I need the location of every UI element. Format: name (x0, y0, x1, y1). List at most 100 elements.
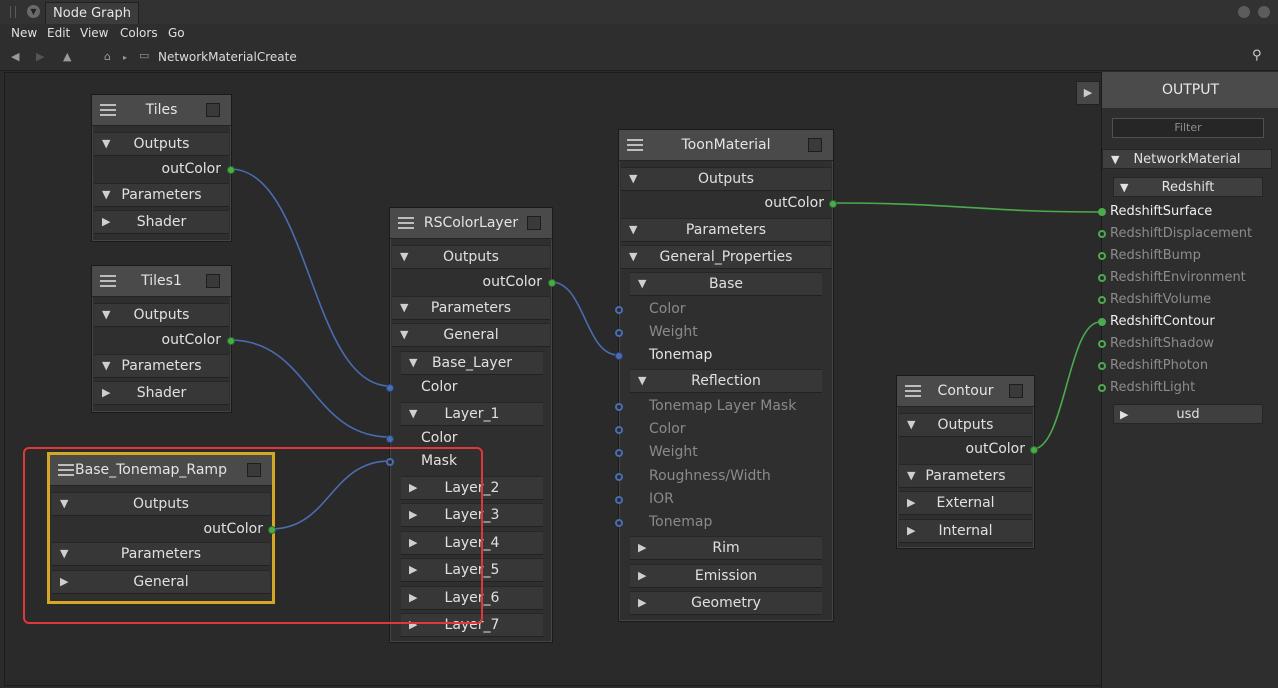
output-redshift-shadow[interactable]: RedshiftShadow (1110, 336, 1214, 351)
input-port-dot[interactable] (1098, 318, 1106, 326)
reflection-section[interactable]: ▼ Reflection (630, 369, 822, 393)
parameters-section[interactable]: ▼ Parameters (621, 218, 831, 242)
node-toonmaterial[interactable]: ToonMaterial ▼ Outputs outColor ▼ Paramete… (615, 129, 837, 622)
up-icon[interactable]: ▲ (63, 50, 71, 63)
port-base-tonemap[interactable]: Tonemap (649, 347, 712, 363)
port-reflection-weight[interactable]: Weight (649, 444, 698, 460)
outputs-section[interactable]: ▼ Outputs (94, 303, 229, 327)
port-outcolor[interactable]: outColor (162, 161, 221, 177)
input-port-dot[interactable] (615, 519, 623, 527)
usd-group[interactable]: ▶ usd (1113, 404, 1263, 424)
bypass-toggle[interactable] (1009, 384, 1023, 398)
output-port-dot[interactable] (829, 200, 837, 208)
output-redshift-contour[interactable]: RedshiftContour (1110, 314, 1215, 329)
output-redshift-volume[interactable]: RedshiftVolume (1110, 292, 1211, 307)
input-port-dot[interactable] (1098, 274, 1106, 282)
input-port-dot[interactable] (615, 449, 623, 457)
input-port-dot[interactable] (386, 384, 394, 392)
port-outcolor[interactable]: outColor (765, 195, 824, 211)
output-port-dot[interactable] (548, 279, 556, 287)
input-port-dot[interactable] (1098, 208, 1106, 216)
port-base-color[interactable]: Color (649, 301, 686, 317)
shader-section[interactable]: ▶ Shader (94, 210, 229, 234)
input-port-dot[interactable] (615, 473, 623, 481)
input-port-dot[interactable] (1098, 296, 1106, 304)
port-ior[interactable]: IOR (649, 491, 674, 507)
input-port-dot[interactable] (615, 403, 623, 411)
input-port-dot[interactable] (615, 496, 623, 504)
shader-section[interactable]: ▶ Shader (94, 381, 229, 405)
port-color[interactable]: Color (421, 430, 458, 446)
close-icon[interactable] (1258, 6, 1270, 18)
breadcrumb[interactable]: NetworkMaterialCreate (158, 50, 297, 64)
general-section[interactable]: ▼ General (392, 323, 550, 347)
port-base-weight[interactable]: Weight (649, 324, 698, 340)
geometry-section[interactable]: ▶ Geometry (630, 591, 822, 615)
menu-colors[interactable]: Colors (120, 26, 158, 40)
output-port-dot[interactable] (1030, 446, 1038, 454)
layer-1-section[interactable]: ▼ Layer_1 (401, 402, 543, 426)
node-header[interactable]: RSColorLayer (390, 208, 552, 239)
input-port-dot[interactable] (615, 306, 623, 314)
node-header[interactable]: ToonMaterial (619, 130, 833, 161)
port-outcolor[interactable]: outColor (162, 332, 221, 348)
port-outcolor[interactable]: outColor (483, 274, 542, 290)
parameters-section[interactable]: ▼ Parameters (94, 354, 229, 378)
output-redshift-light[interactable]: RedshiftLight (1110, 380, 1195, 395)
output-redshift-bump[interactable]: RedshiftBump (1110, 248, 1201, 263)
port-roughness-width[interactable]: Roughness/Width (649, 468, 771, 484)
base-layer-section[interactable]: ▼ Base_Layer (401, 351, 543, 375)
base-section[interactable]: ▼ Base (630, 272, 822, 296)
outputs-section[interactable]: ▼ Outputs (899, 413, 1032, 437)
input-port-dot[interactable] (1098, 340, 1106, 348)
bypass-toggle[interactable] (808, 138, 822, 152)
redshift-group[interactable]: ▼ Redshift (1113, 177, 1263, 197)
input-port-dot[interactable] (615, 426, 623, 434)
tab-menu-icon[interactable]: ▼ (27, 5, 40, 18)
input-port-dot[interactable] (1098, 384, 1106, 392)
output-port-dot[interactable] (227, 337, 235, 345)
internal-section[interactable]: ▶ Internal (899, 519, 1032, 543)
node-header[interactable]: Tiles1 (92, 266, 231, 297)
output-redshift-photon[interactable]: RedshiftPhoton (1110, 358, 1208, 373)
external-section[interactable]: ▶ External (899, 491, 1032, 515)
menu-new[interactable]: New (11, 26, 37, 40)
parameters-section[interactable]: ▼ Parameters (899, 464, 1032, 488)
forward-icon[interactable]: ▶ (36, 50, 44, 63)
input-port-dot[interactable] (1098, 362, 1106, 370)
outputs-section[interactable]: ▼ Outputs (621, 167, 831, 191)
input-port-dot[interactable] (386, 435, 394, 443)
back-icon[interactable]: ◀ (11, 50, 19, 63)
drag-grip-icon[interactable] (10, 6, 16, 18)
parameters-section[interactable]: ▼ Parameters (94, 183, 229, 207)
port-color[interactable]: Color (421, 379, 458, 395)
output-redshift-environment[interactable]: RedshiftEnvironment (1110, 270, 1246, 285)
output-redshift-displacement[interactable]: RedshiftDisplacement (1110, 226, 1252, 241)
parameters-section[interactable]: ▼ Parameters (392, 296, 550, 320)
input-port-dot[interactable] (1098, 252, 1106, 260)
output-port-dot[interactable] (227, 166, 235, 174)
node-header[interactable]: Tiles (92, 95, 231, 126)
rim-section[interactable]: ▶ Rim (630, 536, 822, 560)
input-port-dot[interactable] (1098, 230, 1106, 238)
outputs-section[interactable]: ▼ Outputs (392, 245, 550, 269)
port-reflection-color[interactable]: Color (649, 421, 686, 437)
emission-section[interactable]: ▶ Emission (630, 564, 822, 588)
bypass-toggle[interactable] (527, 216, 541, 230)
filter-input[interactable]: Filter (1112, 118, 1264, 138)
network-material-group[interactable]: ▼ NetworkMaterial (1102, 149, 1272, 169)
home-icon[interactable]: ⌂ (104, 50, 111, 63)
input-port-dot[interactable] (615, 352, 623, 360)
node-contour[interactable]: Contour ▼ Outputs outColor ▼ Parameters ▶ E… (896, 375, 1038, 549)
input-port-dot[interactable] (615, 329, 623, 337)
general-properties-section[interactable]: ▼ General_Properties (621, 245, 831, 269)
menu-go[interactable]: Go (168, 26, 185, 40)
output-redshift-surface[interactable]: RedshiftSurface (1110, 204, 1212, 219)
outputs-section[interactable]: ▼ Outputs (94, 132, 229, 156)
menu-edit[interactable]: Edit (47, 26, 70, 40)
search-icon[interactable]: ⚲ (1252, 48, 1262, 63)
node-tiles1[interactable]: Tiles1 ▼ Outputs outColor ▼ Parameters ▶ Sh… (91, 265, 235, 413)
node-tiles[interactable]: Tiles ▼ Outputs outColor ▼ Parameters ▶ Sha… (91, 94, 235, 242)
port-outcolor[interactable]: outColor (966, 441, 1025, 457)
node-header[interactable]: Contour (897, 376, 1034, 407)
